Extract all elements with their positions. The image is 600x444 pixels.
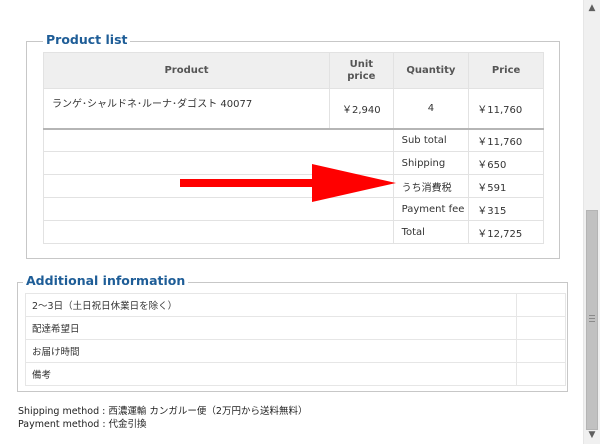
summary-label: Payment fee [392,197,470,221]
preferred-delivery-date: 配達希望日 [25,316,517,340]
product-quantity: 4 [392,88,470,130]
annotation-arrow [180,164,396,202]
header-unit-price: Unit price [329,52,394,89]
product-name: ランゲ･シャルドネ･ルーナ･ダゴスト 40077 [43,88,330,130]
product-table-header: Product Unit price Quantity Price [43,52,544,89]
summary-value: ￥591 [468,174,544,198]
method-info: Shipping method : 西濃運輸 カンガルー便（2万円から送料無料）… [18,405,307,431]
remarks: 備考 [25,362,517,386]
summary-value: ￥11,760 [468,128,544,152]
table-row: 備考 [25,362,566,386]
header-product: Product [43,52,330,89]
arrow-shape [180,164,396,202]
delivery-time: お届け時間 [25,339,517,363]
product-list-legend: Product list [43,32,131,48]
scroll-down-arrow-icon[interactable]: ▼ [584,427,600,444]
order-confirmation-page: Product list Product Unit price Quantity… [0,0,583,444]
payment-method: Payment method : 代金引換 [18,419,147,430]
summary-label: Shipping [392,151,470,175]
header-quantity: Quantity [392,52,470,89]
product-price: ￥11,760 [468,88,544,130]
summary-label: Total [392,220,470,244]
scroll-up-arrow-icon[interactable]: ▲ [584,0,600,17]
additional-info-table: 2～3日（土日祝日休業日を除く） 配達希望日 お届け時間 備考 [25,293,566,386]
summary-label: Sub total [392,128,470,152]
summary-value: ￥12,725 [468,220,544,244]
table-row: 2～3日（土日祝日休業日を除く） [25,293,566,317]
summary-row-total: Total ￥12,725 [43,220,544,244]
product-unit-price: ￥2,940 [329,88,394,130]
scrollbar-thumb[interactable] [586,210,598,430]
vertical-scrollbar[interactable]: ▲ ▼ [583,0,600,444]
delivery-estimate: 2～3日（土日祝日休業日を除く） [25,293,517,317]
shipping-method: Shipping method : 西濃運輸 カンガルー便（2万円から送料無料） [18,406,308,417]
summary-label: うち消費税 [392,174,470,198]
summary-value: ￥650 [468,151,544,175]
summary-row-subtotal: Sub total ￥11,760 [43,128,544,152]
additional-info-legend: Additional information [23,273,189,289]
product-table: Product Unit price Quantity Price ランゲ･シャ… [43,52,544,244]
header-price: Price [468,52,544,89]
table-row: お届け時間 [25,339,566,363]
table-row: ランゲ･シャルドネ･ルーナ･ダゴスト 40077 ￥2,940 4 ￥11,76… [43,88,544,130]
table-row: 配達希望日 [25,316,566,340]
summary-value: ￥315 [468,197,544,221]
